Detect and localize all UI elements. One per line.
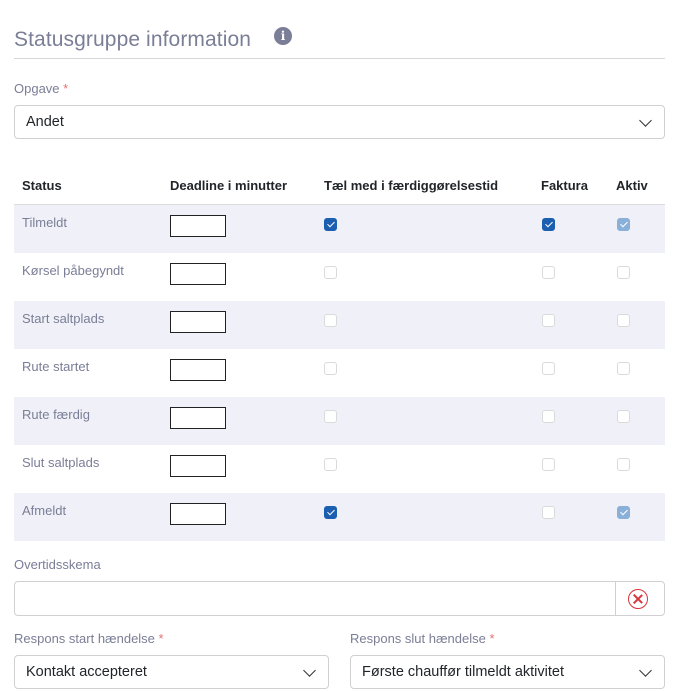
deadline-input[interactable]: [170, 311, 226, 333]
invoice-checkbox[interactable]: [542, 410, 555, 423]
response-start-select[interactable]: Kontakt accepteret: [14, 655, 329, 689]
deadline-input[interactable]: [170, 215, 226, 237]
active-checkbox: [617, 362, 630, 375]
invoice-checkbox[interactable]: [542, 314, 555, 327]
status-label: Afmeldt: [22, 503, 67, 518]
response-end-select[interactable]: Første chauffør tilmeldt aktivitet: [350, 655, 665, 689]
deadline-input[interactable]: [170, 503, 226, 525]
deadline-input[interactable]: [170, 455, 226, 477]
task-select[interactable]: Andet: [14, 105, 665, 139]
header-active: Aktiv: [616, 178, 648, 193]
overtime-clear-button[interactable]: [615, 582, 664, 615]
status-label: Slut saltplads: [22, 455, 100, 470]
required-mark: *: [63, 81, 69, 96]
count-checkbox[interactable]: [324, 458, 337, 471]
active-checkbox: [617, 266, 630, 279]
check-icon: [544, 219, 553, 228]
count-checkbox[interactable]: [324, 266, 337, 279]
invoice-checkbox[interactable]: [542, 506, 555, 519]
status-label: Start saltplads: [22, 311, 105, 326]
active-checkbox: [617, 458, 630, 471]
table-body: Tilmeldt Kørsel påbegyndt Start saltplads R…: [14, 205, 665, 541]
count-checkbox[interactable]: [324, 314, 337, 327]
header-count: Tæl med i færdiggørelsestid: [324, 178, 499, 193]
task-label-text: Opgave: [14, 81, 60, 96]
count-checkbox[interactable]: [324, 410, 337, 423]
response-start-value: Kontakt accepteret: [26, 664, 147, 680]
check-icon: [326, 507, 335, 516]
required-mark: *: [489, 631, 495, 646]
table-row: Start saltplads: [14, 301, 665, 349]
deadline-input[interactable]: [170, 263, 226, 285]
chevron-down-icon: [303, 664, 316, 677]
invoice-checkbox[interactable]: [542, 266, 555, 279]
response-end-label-text: Respons slut hændelse: [350, 631, 486, 646]
info-icon[interactable]: i: [274, 27, 292, 45]
invoice-checkbox[interactable]: [542, 458, 555, 471]
header-status: Status: [22, 178, 62, 193]
overtime-label: Overtidsskema: [14, 557, 101, 572]
status-label: Tilmeldt: [22, 215, 68, 230]
section-title: Statusgruppe information: [14, 28, 252, 51]
task-label: Opgave *: [14, 81, 68, 96]
status-label: Rute færdig: [22, 407, 90, 422]
status-label: Rute startet: [22, 359, 90, 374]
active-checkbox: [617, 410, 630, 423]
table-header: Status Deadline i minutter Tæl med i fær…: [14, 170, 665, 205]
deadline-input[interactable]: [170, 407, 226, 429]
active-checkbox: [617, 218, 630, 231]
status-label: Kørsel påbegyndt: [22, 263, 124, 278]
table-row: Kørsel påbegyndt: [14, 253, 665, 301]
response-end-value: Første chauffør tilmeldt aktivitet: [362, 664, 564, 680]
task-select-value: Andet: [26, 114, 64, 130]
table-row: Afmeldt: [14, 493, 665, 541]
check-icon: [619, 507, 628, 516]
count-checkbox[interactable]: [324, 362, 337, 375]
deadline-input[interactable]: [170, 359, 226, 381]
status-table: Status Deadline i minutter Tæl med i fær…: [14, 170, 665, 541]
response-end-label: Respons slut hændelse *: [350, 631, 495, 646]
table-row: Rute færdig: [14, 397, 665, 445]
response-start-label: Respons start hændelse *: [14, 631, 164, 646]
invoice-checkbox[interactable]: [542, 362, 555, 375]
invoice-checkbox[interactable]: [542, 218, 555, 231]
active-checkbox: [617, 506, 630, 519]
active-checkbox: [617, 314, 630, 327]
check-icon: [619, 219, 628, 228]
check-icon: [326, 219, 335, 228]
required-mark: *: [158, 631, 164, 646]
header-invoice: Faktura: [541, 178, 588, 193]
table-row: Slut saltplads: [14, 445, 665, 493]
table-row: Rute startet: [14, 349, 665, 397]
table-row: Tilmeldt: [14, 205, 665, 253]
count-checkbox[interactable]: [324, 506, 337, 519]
close-circle-icon: [628, 589, 648, 609]
overtime-field[interactable]: [14, 581, 665, 616]
response-start-label-text: Respons start hændelse: [14, 631, 155, 646]
header-deadline: Deadline i minutter: [170, 178, 288, 193]
chevron-down-icon: [639, 664, 652, 677]
section-header: Statusgruppe information i: [14, 26, 665, 59]
chevron-down-icon: [639, 114, 652, 127]
count-checkbox[interactable]: [324, 218, 337, 231]
